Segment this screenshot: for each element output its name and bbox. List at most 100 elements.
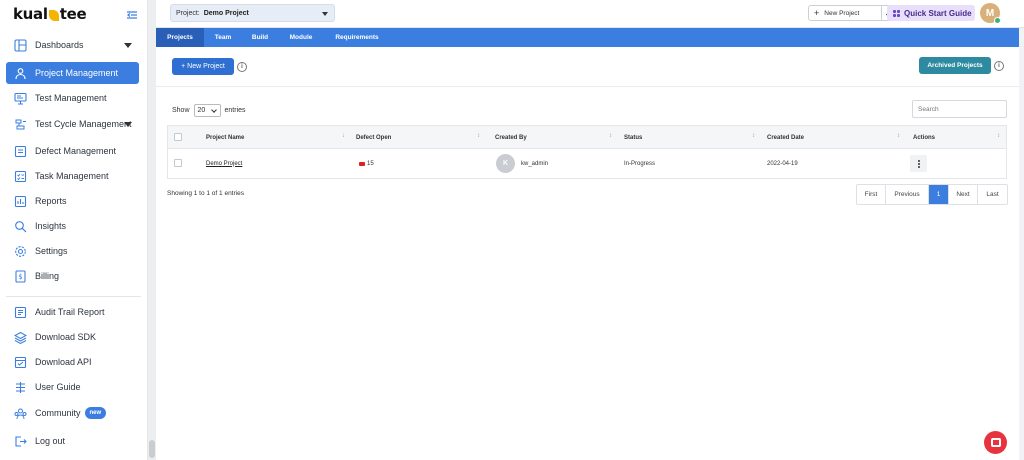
user-avatar: K xyxy=(496,154,515,173)
sidebar-item-user-guide[interactable]: User Guide xyxy=(6,376,139,398)
pagination-last[interactable]: Last xyxy=(978,185,1007,204)
guide-icon xyxy=(13,380,27,394)
column-header-actions: Actions xyxy=(913,134,936,141)
tab-build[interactable]: Build xyxy=(242,28,278,47)
brand-logo[interactable]: kual tee xyxy=(13,5,87,23)
sidebar-item-label: Project Management xyxy=(35,68,119,78)
sidebar-item-project-management[interactable]: Project Management xyxy=(6,62,139,84)
sidebar-scrollbar[interactable] xyxy=(148,0,156,460)
scrollbar-thumb[interactable] xyxy=(149,440,155,458)
report-icon xyxy=(13,194,27,208)
search-input[interactable] xyxy=(912,100,1007,118)
pagination-previous[interactable]: Previous xyxy=(886,185,929,204)
tab-requirements[interactable]: Requirements xyxy=(324,28,390,47)
tab-module[interactable]: Module xyxy=(278,28,324,47)
chat-icon xyxy=(990,438,1001,447)
sidebar-item-dashboards[interactable]: Dashboards xyxy=(6,34,139,56)
column-header-created-by[interactable]: Created By xyxy=(495,126,527,149)
billing-icon: $ xyxy=(13,269,27,283)
sidebar-item-log-out[interactable]: Log out xyxy=(6,430,139,452)
logout-icon xyxy=(13,434,27,448)
sidebar-item-download-sdk[interactable]: Download SDK xyxy=(6,326,139,348)
brand-text-end: tee xyxy=(59,5,87,23)
entries-select[interactable]: 20 xyxy=(193,104,221,117)
sidebar-item-test-cycle-management[interactable]: Test Cycle Management xyxy=(6,113,139,135)
main-content: + New Project i Archived Projects i Show… xyxy=(156,47,1019,460)
sort-icon[interactable]: ↕ xyxy=(752,133,755,139)
defect-open-cell: 15 xyxy=(359,149,374,178)
status-cell: In-Progress xyxy=(624,160,656,167)
column-header-status[interactable]: Status xyxy=(624,126,642,149)
layers-icon xyxy=(13,330,27,344)
project-name-link[interactable]: Demo Project xyxy=(206,149,242,178)
monitor-icon xyxy=(13,91,27,105)
topbar: Project: Demo Project + New Project Quic… xyxy=(156,0,1024,28)
avatar[interactable]: M xyxy=(980,3,1001,24)
sort-desc-icon[interactable]: ↓ xyxy=(342,133,345,139)
gear-icon xyxy=(13,244,27,258)
plus-icon: + xyxy=(814,8,820,18)
column-header-project-name[interactable]: Project Name xyxy=(206,126,244,149)
sidebar-item-label: Log out xyxy=(35,436,66,446)
sidebar-item-download-api[interactable]: Download API xyxy=(6,351,139,373)
leaf-icon xyxy=(48,9,59,21)
quick-start-guide-button[interactable]: Quick Start Guide xyxy=(887,5,975,21)
row-checkbox[interactable] xyxy=(174,159,182,167)
sort-icon[interactable]: ↕ xyxy=(897,133,900,139)
sidebar-item-task-management[interactable]: Task Management xyxy=(6,165,139,187)
archived-projects-button[interactable]: Archived Projects xyxy=(919,57,991,74)
sidebar: kual tee Dashboards Project Management Te… xyxy=(0,0,148,460)
new-project-top-label: New Project xyxy=(824,9,860,17)
sidebar-item-test-management[interactable]: Test Management xyxy=(6,87,139,109)
info-icon[interactable]: i xyxy=(994,61,1004,71)
chevron-down-icon xyxy=(124,122,132,127)
table-header: Project Name ↓ Defect Open ↕ Created By … xyxy=(168,126,1006,149)
pagination-first[interactable]: First xyxy=(857,185,886,204)
show-label: Show xyxy=(172,107,190,114)
sort-icon[interactable]: ↕ xyxy=(609,133,612,139)
sort-icon[interactable]: ↕ xyxy=(477,133,480,139)
collapse-sidebar-icon[interactable] xyxy=(126,8,138,20)
sidebar-item-label: Test Management xyxy=(35,93,107,103)
avatar-initial: M xyxy=(985,7,995,19)
new-project-button[interactable]: + New Project xyxy=(172,58,234,75)
sidebar-item-label: Community xyxy=(35,408,81,418)
layout-icon xyxy=(13,38,27,52)
sidebar-item-label: Settings xyxy=(35,246,68,256)
sidebar-item-billing[interactable]: $ Billing xyxy=(6,265,139,287)
project-select[interactable]: Project: Demo Project xyxy=(170,4,335,22)
pagination-next[interactable]: Next xyxy=(949,185,978,204)
row-actions-menu-icon[interactable] xyxy=(910,155,927,172)
community-icon xyxy=(13,406,27,420)
tab-projects[interactable]: Projects xyxy=(156,28,204,47)
chevron-down-icon xyxy=(322,12,328,16)
main-scrollbar[interactable] xyxy=(1019,28,1024,460)
pagination: First Previous 1 Next Last xyxy=(856,184,1008,205)
tab-team[interactable]: Team xyxy=(204,28,242,47)
sidebar-item-reports[interactable]: Reports xyxy=(6,190,139,212)
task-icon xyxy=(13,169,27,183)
column-header-created-date[interactable]: Created Date xyxy=(767,126,804,149)
select-all-checkbox[interactable] xyxy=(174,133,182,141)
project-select-value: Demo Project xyxy=(203,9,249,17)
pagination-page-1[interactable]: 1 xyxy=(929,185,949,204)
grid-icon xyxy=(893,9,900,17)
divider xyxy=(156,86,1019,87)
info-icon[interactable]: i xyxy=(237,62,247,72)
sidebar-item-insights[interactable]: Insights xyxy=(6,215,139,237)
cycle-icon xyxy=(13,117,27,131)
table-info: Showing 1 to 1 of 1 entries xyxy=(167,190,244,197)
column-header-defect-open[interactable]: Defect Open xyxy=(356,126,391,149)
sidebar-item-label: Billing xyxy=(35,271,60,281)
sidebar-item-community[interactable]: Community new xyxy=(6,402,139,424)
sidebar-item-label: Defect Management xyxy=(35,146,117,156)
sidebar-item-audit-trail-report[interactable]: Audit Trail Report xyxy=(6,301,139,323)
sidebar-item-label: Audit Trail Report xyxy=(35,307,105,317)
sidebar-item-defect-management[interactable]: Defect Management xyxy=(6,140,139,162)
audit-icon xyxy=(13,305,27,319)
sort-icon[interactable]: ↕ xyxy=(997,133,1000,139)
sidebar-item-settings[interactable]: Settings xyxy=(6,240,139,262)
chat-launcher-button[interactable] xyxy=(984,431,1007,454)
quick-start-label: Quick Start Guide xyxy=(904,8,972,18)
new-project-top-button[interactable]: + New Project xyxy=(808,5,882,21)
